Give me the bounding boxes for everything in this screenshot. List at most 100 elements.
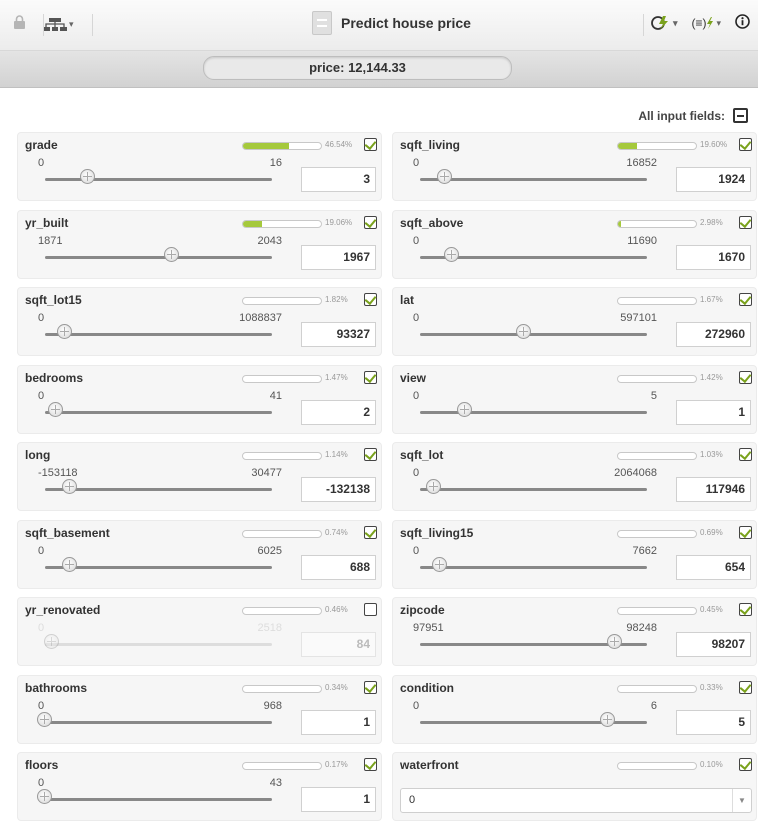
slider-handle[interactable] <box>600 711 616 727</box>
field-enable-checkbox[interactable] <box>739 138 752 151</box>
value-input[interactable]: 1670 <box>676 244 751 270</box>
slider-track[interactable] <box>45 720 272 724</box>
importance-text: 0.46% <box>325 605 348 614</box>
importance-text: 0.33% <box>700 682 723 692</box>
value-input[interactable]: 654 <box>676 554 751 580</box>
field-enable-checkbox[interactable] <box>364 138 377 151</box>
slider-handle[interactable] <box>61 556 77 572</box>
slider-handle[interactable] <box>516 324 532 339</box>
field-card-lat: lat 1.67% 0 597101 272960 <box>392 287 757 356</box>
info-icon[interactable] <box>735 14 750 32</box>
importance-text: 1.03% <box>700 450 723 459</box>
lock-icon[interactable] <box>14 15 25 34</box>
importance-bar <box>242 142 322 150</box>
form-icon <box>312 11 332 35</box>
field-enable-checkbox[interactable] <box>364 448 377 461</box>
range-max: 16852 <box>626 157 657 169</box>
slider-handle[interactable] <box>164 246 180 262</box>
range-max: 98248 <box>626 622 657 634</box>
field-name: sqft_living <box>400 138 461 152</box>
field-enable-checkbox[interactable] <box>739 603 752 616</box>
formula-lightning-icon[interactable]: (≡) ▾ <box>691 16 721 30</box>
field-enable-checkbox[interactable] <box>739 680 752 694</box>
importance-text: 1.47% <box>325 372 348 382</box>
slider-track[interactable] <box>45 255 272 259</box>
value-input[interactable]: 84 <box>301 632 376 657</box>
slider-track[interactable] <box>420 333 647 336</box>
field-name: yr_built <box>25 215 69 230</box>
value-input[interactable]: 1 <box>676 399 751 425</box>
slider-handle[interactable] <box>432 556 448 572</box>
lightning-batch-icon[interactable]: ▾ <box>651 16 677 30</box>
field-card-sqft-living15: sqft_living15 0.69% 0 7662 654 <box>392 519 757 589</box>
slider-handle[interactable] <box>425 479 441 494</box>
importance-text: 19.06% <box>325 217 353 227</box>
field-card-sqft-basement: sqft_basement 0.74% 0 6025 688 <box>17 519 382 589</box>
slider-handle[interactable] <box>443 246 459 262</box>
value-input[interactable]: 272960 <box>676 322 751 347</box>
field-enable-checkbox[interactable] <box>739 293 752 306</box>
importance-text: 0.34% <box>325 682 348 692</box>
slider-handle[interactable] <box>37 789 52 804</box>
slider-handle[interactable] <box>61 479 77 494</box>
value-input[interactable]: -132138 <box>301 477 376 502</box>
slider-handle[interactable] <box>457 401 473 417</box>
slider-track[interactable] <box>45 565 272 569</box>
slider-handle[interactable] <box>48 401 64 417</box>
range-min: 0 <box>413 544 420 557</box>
model-tree-icon[interactable]: ▾ <box>43 17 74 32</box>
range-min: 1871 <box>38 234 63 247</box>
field-enable-checkbox[interactable] <box>364 293 377 306</box>
collapse-icon[interactable] <box>733 108 748 123</box>
slider-track[interactable] <box>45 410 272 414</box>
field-name: floors <box>25 758 59 772</box>
range-max: 43 <box>269 777 282 789</box>
slider-track[interactable] <box>420 178 647 181</box>
field-enable-checkbox[interactable] <box>739 525 752 539</box>
importance-fill <box>243 220 262 227</box>
value-input[interactable]: 1924 <box>676 167 751 192</box>
value-input[interactable]: 1967 <box>301 244 376 270</box>
value-input[interactable]: 1 <box>301 709 376 735</box>
field-enable-checkbox[interactable] <box>364 525 377 539</box>
slider-track[interactable] <box>45 333 272 336</box>
field-enable-checkbox[interactable] <box>364 758 377 771</box>
value-input[interactable]: 117946 <box>676 477 751 502</box>
select-value: 0 <box>409 794 416 806</box>
slider-handle[interactable] <box>80 169 96 184</box>
value-select[interactable]: 0 ▼ <box>400 788 752 813</box>
value-input[interactable]: 688 <box>301 554 376 580</box>
slider-handle[interactable] <box>43 634 59 649</box>
slider-track[interactable] <box>45 178 272 181</box>
all-input-fields-toggle[interactable]: All input fields: <box>638 108 748 123</box>
field-enable-checkbox[interactable] <box>739 215 752 229</box>
field-enable-checkbox[interactable] <box>739 448 752 461</box>
field-enable-checkbox[interactable] <box>364 680 377 694</box>
slider-track[interactable] <box>420 565 647 569</box>
slider-track[interactable] <box>45 798 272 801</box>
field-enable-checkbox[interactable] <box>739 370 752 384</box>
slider-track[interactable] <box>420 410 647 414</box>
slider-handle[interactable] <box>57 324 73 339</box>
slider-track[interactable] <box>420 488 647 491</box>
chevron-down-icon[interactable]: ▼ <box>732 789 751 812</box>
value-input[interactable]: 1 <box>301 787 376 812</box>
slider-track[interactable] <box>45 488 272 491</box>
value-input[interactable]: 93327 <box>301 322 376 347</box>
field-enable-checkbox[interactable] <box>364 215 377 229</box>
slider-handle[interactable] <box>436 169 452 184</box>
slider-track[interactable] <box>45 643 272 646</box>
slider-handle[interactable] <box>37 711 52 727</box>
field-enable-checkbox[interactable] <box>364 603 377 616</box>
field-enable-checkbox[interactable] <box>364 370 377 384</box>
importance-bar <box>617 607 697 615</box>
value-input[interactable]: 98207 <box>676 632 751 657</box>
range-max: 30477 <box>251 467 282 479</box>
importance-text: 2.98% <box>700 217 723 227</box>
slider-handle[interactable] <box>607 634 623 649</box>
value-input[interactable]: 2 <box>301 399 376 425</box>
field-enable-checkbox[interactable] <box>739 758 752 771</box>
value-input[interactable]: 5 <box>676 709 751 735</box>
value-input[interactable]: 3 <box>301 167 376 192</box>
importance-text: 0.69% <box>700 527 723 537</box>
